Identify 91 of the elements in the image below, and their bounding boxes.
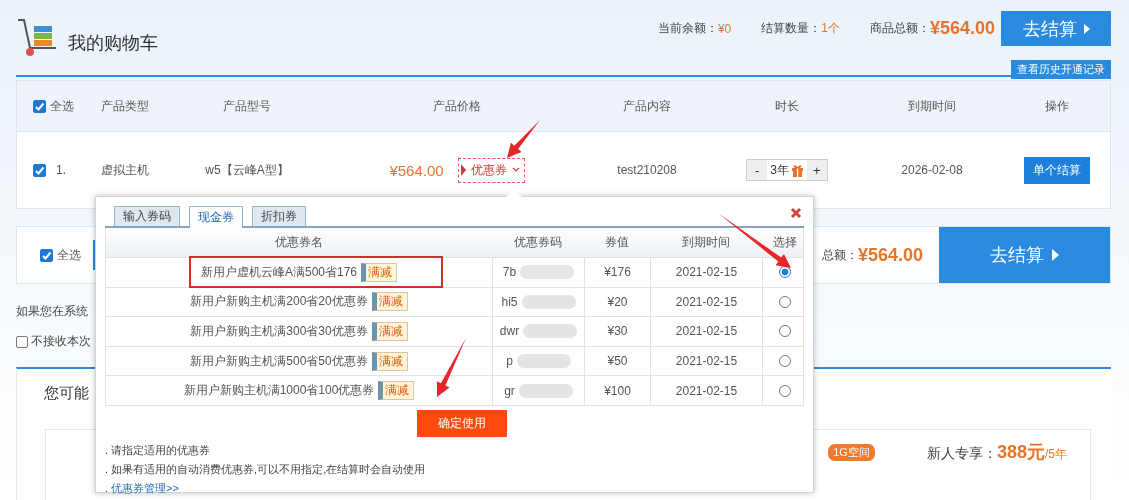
column-header: 产品型号 bbox=[222, 97, 272, 115]
tab[interactable]: 折扣券 bbox=[252, 206, 306, 226]
total-amount: ¥564.00 bbox=[857, 244, 923, 266]
balance-value: ¥0 bbox=[717, 21, 732, 36]
table-cell: ¥176 bbox=[584, 258, 650, 287]
history-link[interactable]: 查看历史开通记录 bbox=[1011, 60, 1111, 79]
column-header: 到期时间 bbox=[907, 97, 957, 115]
blur-patch bbox=[520, 265, 575, 280]
coupon-code: dwr bbox=[499, 324, 520, 339]
coupon-code: gr bbox=[504, 383, 515, 398]
checkout-button[interactable]: 去结算 bbox=[939, 227, 1110, 283]
column-header: 产品类型 bbox=[99, 97, 150, 115]
blur-patch bbox=[518, 383, 573, 398]
total-label: 总额： bbox=[821, 246, 858, 264]
column-header: 产品内容 bbox=[622, 97, 672, 115]
checkbox[interactable] bbox=[33, 163, 46, 177]
coupon-name: 新用户新购主机满200省20优惠券 bbox=[190, 293, 368, 311]
caret-icon bbox=[1052, 249, 1059, 261]
coupon-dropdown[interactable]: 优惠券 bbox=[457, 157, 525, 183]
coupon-code: hi5 bbox=[501, 294, 518, 309]
coupon-name: 新用户新购主机满500省50优惠券 bbox=[190, 352, 368, 370]
notice-text: 如果您在系统 bbox=[16, 303, 89, 320]
tab[interactable]: 输入券码 bbox=[114, 206, 180, 226]
space-badge: 1G空间 bbox=[828, 443, 875, 461]
column-header: 优惠券名 bbox=[274, 234, 324, 251]
offer-price: 388元 bbox=[996, 442, 1045, 462]
total-amount: ¥564.00 bbox=[929, 18, 995, 39]
note-text: . 请指定适用的优惠券 bbox=[105, 442, 212, 458]
offer-unit: /5年 bbox=[1045, 447, 1067, 461]
offer-label: 新人专享： bbox=[926, 445, 997, 461]
column-header: 操作 bbox=[1044, 97, 1070, 115]
discount-tag: 满减 bbox=[378, 381, 415, 401]
table-cell: ¥50 bbox=[584, 346, 650, 376]
table-cell: ¥20 bbox=[584, 287, 650, 317]
row-number: 1. bbox=[56, 163, 66, 177]
column-header: 券值 bbox=[604, 234, 630, 251]
price-text: ¥564.00 bbox=[389, 161, 444, 179]
table-cell-text: w5【云峰A型】 bbox=[204, 161, 290, 179]
tab[interactable]: 现金券 bbox=[189, 206, 243, 228]
select-all-label: 全选 bbox=[50, 97, 74, 115]
chevron-icon bbox=[511, 167, 520, 173]
table-cell: 2021-02-15 bbox=[650, 376, 762, 405]
table-cell: ¥100 bbox=[584, 376, 650, 405]
table-cell-text: 虚拟主机 bbox=[99, 161, 150, 179]
table-cell: 2021-02-15 bbox=[650, 317, 762, 346]
discount-tag: 满减 bbox=[361, 262, 397, 282]
coupon-manage-link[interactable]: . 优惠券管理>> bbox=[105, 480, 804, 496]
coupon-code: p bbox=[506, 354, 513, 369]
balance-label: 当前余额： bbox=[657, 20, 718, 37]
discount-tag: 满减 bbox=[371, 322, 408, 341]
column-header: 时长 bbox=[774, 97, 800, 115]
panel-title: 您可能 bbox=[44, 384, 89, 403]
close-icon[interactable] bbox=[790, 207, 802, 219]
blur-patch bbox=[523, 324, 578, 339]
radio-button[interactable] bbox=[779, 355, 791, 368]
coupon-code: 7b bbox=[502, 265, 517, 280]
table-cell: ¥30 bbox=[584, 317, 650, 346]
page-title: 我的购物车 bbox=[68, 32, 158, 55]
total-label: 商品总额： bbox=[869, 20, 930, 37]
coupon-name: 新用户新购主机满300省30优惠券 bbox=[190, 323, 368, 340]
select-all-label: 全选 bbox=[57, 246, 81, 264]
column-header: 到期时间 bbox=[681, 234, 731, 251]
count-value: 1个 bbox=[821, 20, 840, 37]
blur-patch bbox=[521, 294, 576, 309]
radio-button[interactable] bbox=[779, 384, 791, 397]
checkout-button[interactable]: 去结算 bbox=[1001, 11, 1111, 46]
radio-button[interactable] bbox=[779, 325, 791, 338]
table-cell-text: test210208 bbox=[616, 163, 678, 177]
checkbox[interactable] bbox=[33, 99, 46, 113]
radio-button[interactable] bbox=[779, 295, 791, 308]
table-cell: 2021-02-15 bbox=[650, 258, 762, 287]
cart-icon bbox=[16, 18, 58, 58]
table-cell: 2021-02-15 bbox=[650, 287, 762, 317]
column-header: 优惠券码 bbox=[513, 234, 563, 251]
opt-out-label: 不接收本次 bbox=[31, 333, 91, 350]
note-text: . 如果有适用的自动消费优惠券,可以不用指定,在结算时会自动使用 bbox=[105, 461, 427, 477]
checkbox[interactable] bbox=[16, 335, 28, 348]
discount-tag: 满减 bbox=[371, 351, 408, 371]
coupon-name: 新用户新购主机满1000省100优惠券 bbox=[183, 382, 375, 400]
count-label: 结算数量： bbox=[761, 20, 822, 37]
table-cell: 2021-02-15 bbox=[650, 346, 762, 376]
caret-icon bbox=[1083, 23, 1090, 34]
discount-tag: 满减 bbox=[371, 292, 408, 312]
table-cell-text: 2026-02-08 bbox=[900, 163, 964, 177]
blur-patch bbox=[516, 354, 571, 369]
column-header: 产品价格 bbox=[432, 97, 482, 115]
column-header: 选择 bbox=[771, 234, 798, 251]
checkbox[interactable] bbox=[40, 248, 53, 262]
confirm-button[interactable]: 确定使用 bbox=[416, 409, 507, 437]
checkout-single-button[interactable]: 单个结算 bbox=[1024, 156, 1090, 184]
coupon-name: 新用户虚机云峰A满500省176 bbox=[200, 263, 357, 281]
